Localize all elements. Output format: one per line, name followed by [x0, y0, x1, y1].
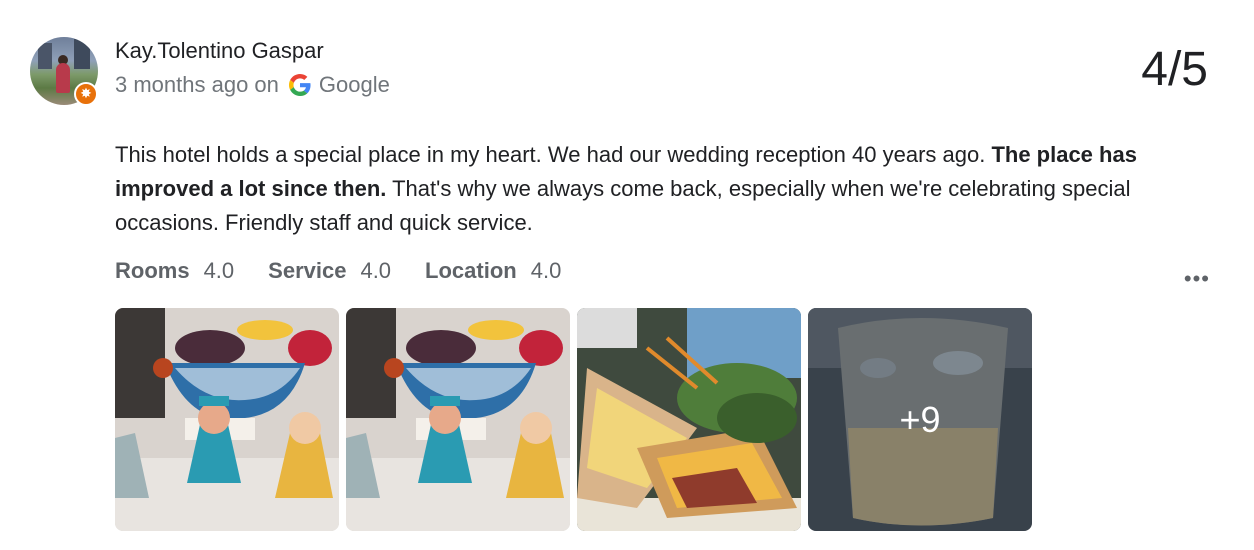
- review-photo-4[interactable]: +9: [808, 308, 1032, 531]
- avatar-person: [56, 63, 70, 93]
- subrating-value: 4.0: [360, 258, 392, 283]
- review-photo-3[interactable]: [577, 308, 801, 531]
- avatar-background: [74, 39, 90, 69]
- subrating-value: 4.0: [203, 258, 235, 283]
- subrating-rooms: Rooms 4.0: [115, 258, 234, 284]
- subrating-value: 4.0: [530, 258, 562, 283]
- review-text-part1: This hotel holds a special place in my h…: [115, 142, 992, 167]
- review-time: 3 months ago on: [115, 72, 279, 97]
- subrating-location: Location 4.0: [425, 258, 561, 284]
- review-source: Google: [318, 72, 390, 97]
- local-guide-badge-icon: ✸: [74, 82, 98, 106]
- more-options-icon[interactable]: •••: [1184, 266, 1210, 292]
- review-text: This hotel holds a special place in my h…: [115, 138, 1155, 240]
- avatar-background: [38, 43, 52, 69]
- subrating-service: Service 4.0: [268, 258, 391, 284]
- subrating-category: Rooms: [115, 258, 190, 283]
- review-photos: +9: [115, 308, 1032, 531]
- more-photos-count[interactable]: +9: [808, 308, 1032, 531]
- subrating-category: Location: [425, 258, 517, 283]
- review-photo-1[interactable]: [115, 308, 339, 531]
- review-rating: 4/5: [1141, 43, 1208, 96]
- subrating-category: Service: [268, 258, 347, 283]
- subratings: Rooms 4.0 Service 4.0 Location 4.0: [115, 258, 595, 284]
- author-name[interactable]: Kay.Tolentino Gaspar: [115, 38, 324, 64]
- google-icon: [288, 74, 311, 96]
- review-photo-2[interactable]: [346, 308, 570, 531]
- review-meta: 3 months ago on Google: [115, 72, 390, 98]
